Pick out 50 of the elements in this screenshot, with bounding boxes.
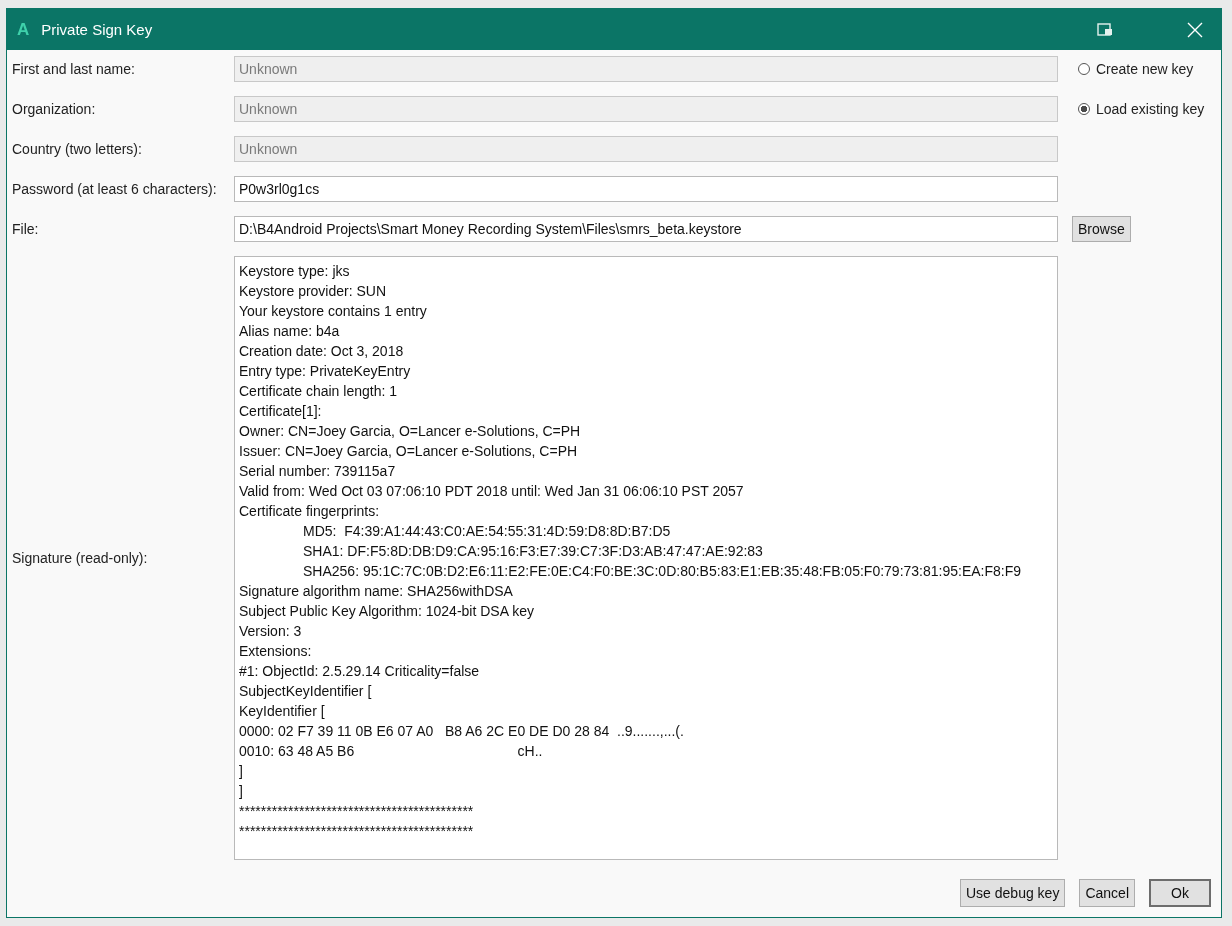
signature-line: Subject Public Key Algorithm: 1024-bit DSA key bbox=[239, 602, 534, 621]
dialog-button[interactable]: Ok bbox=[1149, 879, 1211, 907]
signature-line: Owner: CN=Joey Garcia, O=Lancer e-Solutions, C=PH bbox=[239, 422, 581, 441]
radio-button-icon[interactable] bbox=[1078, 103, 1090, 115]
field-label: Password (at least 6 characters): bbox=[12, 181, 218, 197]
signature-line: #1: ObjectId: 2.5.29.14 Criticality=false bbox=[239, 662, 480, 681]
signature-line: SHA256: 95:1C:7C:0B:D2:E6:11:E2:FE:0E:C4:F0:BE:3C:0D:80:B5:83:E1:EB:35:48:FB:05:F0:79:73:81:95:EA:F8:F9 bbox=[303, 562, 1022, 581]
signature-line: Certificate[1]: bbox=[239, 402, 322, 421]
radio-button-icon[interactable] bbox=[1078, 63, 1090, 75]
signature-line: Keystore provider: SUN bbox=[239, 282, 387, 301]
signature-line: ] bbox=[239, 762, 243, 781]
radio-option[interactable]: Create new key bbox=[1072, 61, 1194, 77]
window-title: Private Sign Key bbox=[41, 21, 153, 38]
app-logo: A bbox=[17, 19, 30, 40]
signature-line: ******************************************* bbox=[239, 822, 474, 841]
radio-option[interactable]: Load existing key bbox=[1072, 101, 1205, 117]
signature-line: Your keystore contains 1 entry bbox=[239, 302, 427, 321]
browse-button[interactable]: Browse bbox=[1072, 216, 1131, 242]
signature-line: Entry type: PrivateKeyEntry bbox=[239, 362, 411, 381]
field-label: Signature (read-only): bbox=[12, 550, 149, 566]
field-label: Country (two letters): bbox=[12, 141, 143, 157]
signature-line: Signature algorithm name: SHA256withDSA bbox=[239, 582, 513, 601]
window-mode-icon[interactable] bbox=[1097, 22, 1113, 37]
signature-line: ******************************************* bbox=[239, 802, 474, 821]
text-field[interactable]: D:\B4Android Projects\Smart Money Recording System\Files\smrs_beta.keystore bbox=[234, 216, 1058, 242]
signature-line: 0000: 02 F7 39 11 0B E6 07 A0 B8 A6 2C E0 DE D0 28 84 ..9.......,...(. bbox=[239, 722, 684, 741]
signature-line: MD5: F4:39:A1:44:43:C0:AE:54:55:31:4D:59:D8:8D:B7:D5 bbox=[303, 522, 671, 541]
signature-line: 0010: 63 48 A5 B6 cH.. bbox=[239, 742, 543, 761]
signature-line: SHA1: DF:F5:8D:DB:D9:CA:95:16:F3:E7:39:C7:3F:D3:AB:47:47:AE:92:83 bbox=[303, 542, 763, 561]
field-label: First and last name: bbox=[12, 61, 136, 77]
signature-line: Keystore type: jks bbox=[239, 262, 350, 281]
signature-line: SubjectKeyIdentifier [ bbox=[239, 682, 372, 701]
signature-line: Serial number: 739115a7 bbox=[239, 462, 396, 481]
signature-line: Creation date: Oct 3, 2018 bbox=[239, 342, 404, 361]
close-icon[interactable] bbox=[1187, 21, 1203, 38]
dialog-button[interactable]: Use debug key bbox=[960, 879, 1066, 907]
signature-line: Certificate fingerprints: bbox=[239, 502, 380, 521]
signature-line: Valid from: Wed Oct 03 07:06:10 PDT 2018 until: Wed Jan 31 06:06:10 PST 2057 bbox=[239, 482, 744, 501]
field-label: File: bbox=[12, 221, 40, 237]
field-label: Organization: bbox=[12, 101, 97, 117]
signature-line: Alias name: b4a bbox=[239, 322, 340, 341]
signature-line: KeyIdentifier [ bbox=[239, 702, 325, 721]
signature-line: ] bbox=[239, 782, 243, 801]
signature-line: Version: 3 bbox=[239, 622, 302, 641]
signature-text-area[interactable] bbox=[234, 256, 1058, 860]
text-field[interactable]: P0w3rl0g1cs bbox=[234, 176, 1058, 202]
dialog-button[interactable]: Cancel bbox=[1079, 879, 1135, 907]
signature-line: Certificate chain length: 1 bbox=[239, 382, 397, 401]
signature-line: Issuer: CN=Joey Garcia, O=Lancer e-Solutions, C=PH bbox=[239, 442, 578, 461]
signature-line: Extensions: bbox=[239, 642, 312, 661]
